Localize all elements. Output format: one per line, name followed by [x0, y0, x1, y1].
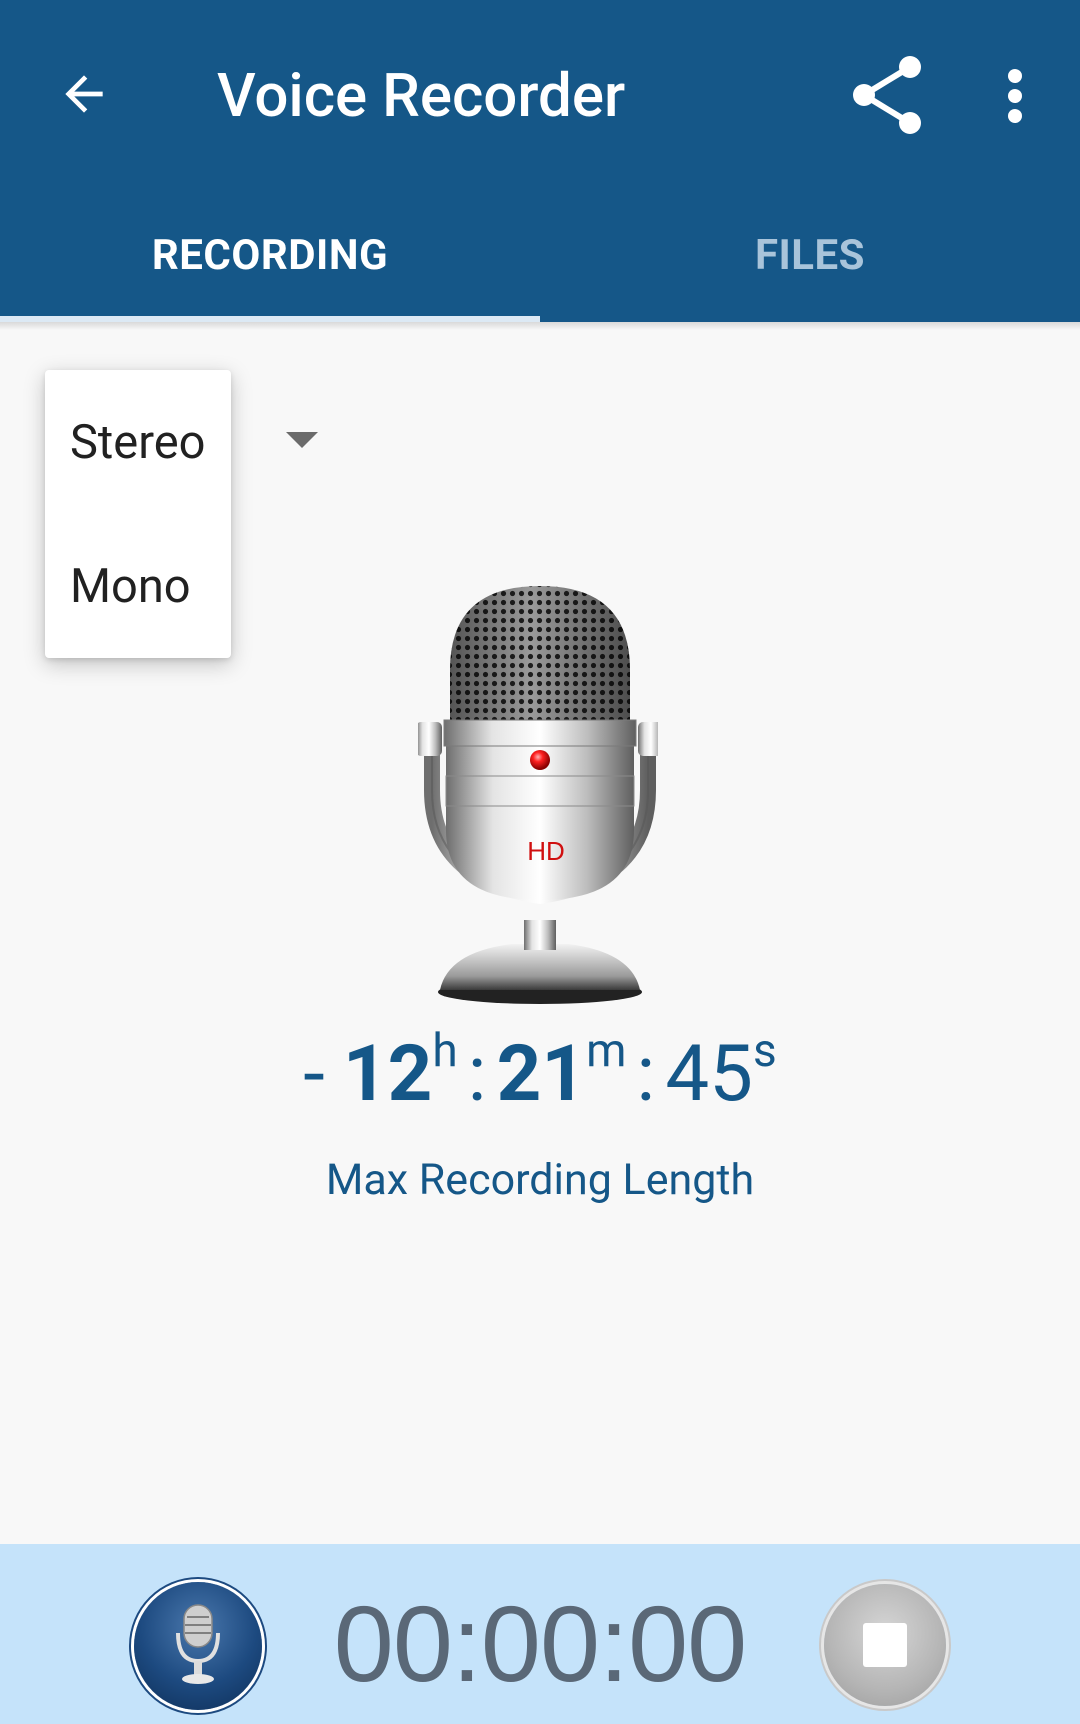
channel-dropdown-menu: Stereo Mono	[45, 370, 231, 658]
record-mic-icon	[176, 1604, 220, 1684]
menu-item-stereo[interactable]: Stereo	[45, 370, 231, 514]
back-button[interactable]	[48, 58, 120, 130]
time-separator: :	[636, 1029, 656, 1120]
microphone-image: HD	[416, 580, 664, 1010]
minutes-unit: m	[586, 1024, 627, 1078]
remaining-minutes: 21	[496, 1029, 587, 1120]
menu-item-mono[interactable]: Mono	[45, 514, 231, 658]
more-options-button[interactable]	[985, 60, 1045, 132]
microphone-icon: HD	[416, 586, 664, 1004]
share-button[interactable]	[845, 50, 931, 140]
seconds-unit: s	[753, 1024, 777, 1078]
stop-button[interactable]	[824, 1584, 946, 1706]
time-separator: :	[467, 1029, 487, 1120]
hours-unit: h	[432, 1024, 458, 1078]
remaining-seconds: 45	[665, 1029, 753, 1120]
max-recording-length-label: Max Recording Length	[325, 1155, 755, 1205]
max-recording-time: -12h:21m:45s	[0, 1020, 1080, 1130]
dropdown-arrow-icon[interactable]	[286, 432, 318, 448]
remaining-prefix: -	[303, 1029, 325, 1120]
share-icon	[853, 56, 921, 134]
back-arrow-icon	[65, 75, 103, 113]
tab-recording[interactable]: RECORDING	[0, 200, 540, 322]
app-bar-shadow	[0, 322, 1080, 330]
record-button[interactable]	[134, 1582, 262, 1710]
stop-icon	[863, 1623, 907, 1667]
tab-files[interactable]: FILES	[540, 200, 1080, 322]
recording-timer: 00:00:00	[333, 1583, 747, 1704]
remaining-hours: 12	[342, 1029, 433, 1120]
bottom-control-bar: 00:00:00	[0, 1544, 1080, 1724]
more-vert-icon	[1008, 69, 1022, 123]
app-title: Voice Recorder	[217, 60, 626, 131]
app-bar: Voice Recorder RECORDING FILES	[0, 0, 1080, 322]
hd-badge: HD	[527, 836, 565, 866]
